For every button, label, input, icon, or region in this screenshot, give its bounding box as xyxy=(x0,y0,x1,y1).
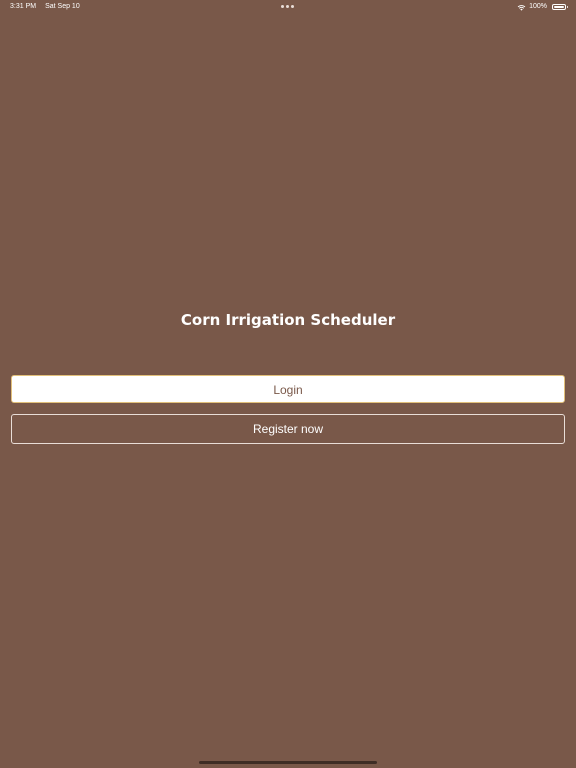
register-button[interactable]: Register now xyxy=(11,414,565,444)
wifi-icon xyxy=(517,4,526,11)
more-dots-icon[interactable] xyxy=(281,5,294,8)
battery-percent: 100% xyxy=(529,3,547,10)
dot xyxy=(291,5,294,8)
dot xyxy=(286,5,289,8)
status-right: 100% xyxy=(517,0,568,14)
status-left: 3:31 PM Sat Sep 10 xyxy=(10,0,80,14)
battery-icon xyxy=(552,4,568,10)
status-date: Sat Sep 10 xyxy=(45,3,80,10)
status-bar: 3:31 PM Sat Sep 10 100% xyxy=(0,0,576,14)
dot xyxy=(281,5,284,8)
app-title: Corn Irrigation Scheduler xyxy=(180,311,396,329)
login-button[interactable]: Login xyxy=(11,375,565,403)
home-indicator[interactable] xyxy=(199,761,377,764)
status-time: 3:31 PM xyxy=(10,3,37,10)
